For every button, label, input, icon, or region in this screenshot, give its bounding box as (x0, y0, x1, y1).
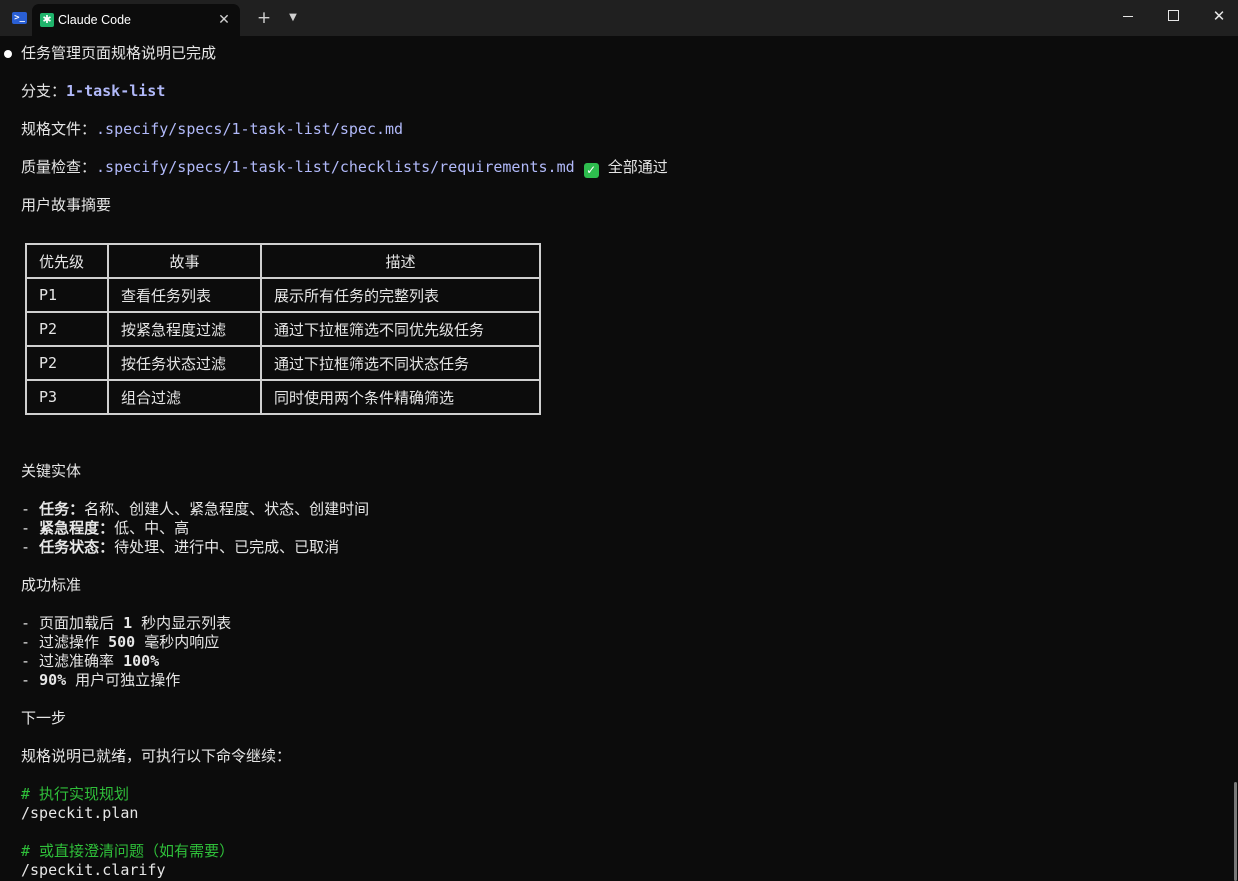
table-header-description: 描述 (260, 243, 541, 279)
chevron-down-icon[interactable]: ▼ (284, 9, 302, 27)
list-item: - 页面加载后 1 秒内显示列表 (21, 614, 231, 633)
criteria-text: - 页面加载后 (21, 614, 124, 632)
criteria-text: - 过滤准确率 (21, 652, 124, 670)
table-cell-priority: P3 (25, 379, 109, 415)
criteria-text: 用户可独立操作 (66, 671, 181, 689)
list-item: - 过滤准确率 100% (21, 652, 159, 671)
table-cell-priority: P2 (25, 345, 109, 381)
entity-desc: 低、中、高 (114, 519, 190, 537)
table-cell-priority: P1 (25, 277, 109, 313)
heading: 任务管理页面规格说明已完成 (21, 44, 217, 62)
command-comment: # 或直接澄清问题（如有需要） (21, 842, 235, 860)
table-cell-description: 同时使用两个条件精确筛选 (260, 379, 541, 415)
branch-value: 1-task-list (66, 82, 166, 100)
table-header-story: 故事 (107, 243, 262, 279)
tab-title: Claude Code (58, 13, 131, 27)
tab-claude-code[interactable]: ✱ Claude Code ✕ (32, 4, 240, 36)
qa-line: 质量检查：.specify/specs/1-task-list/checklis… (21, 158, 668, 178)
claude-code-icon: ✱ (40, 13, 54, 27)
command-comment: # 执行实现规划 (21, 785, 130, 803)
table-header-priority: 优先级 (25, 243, 109, 279)
criteria-title: 成功标准 (21, 576, 82, 594)
criteria-value: 1 (123, 614, 133, 632)
entities-title: 关键实体 (21, 462, 82, 480)
entity-desc: 名称、创建人、紧急程度、状态、创建时间 (84, 500, 370, 518)
table-cell-description: 展示所有任务的完整列表 (260, 277, 541, 313)
stories-title: 用户故事摘要 (21, 196, 112, 214)
table-cell-description: 通过下拉框筛选不同优先级任务 (260, 311, 541, 347)
title-bar: >_ ✱ Claude Code ✕ + ▼ ✕ (0, 0, 1238, 36)
branch-label: 分支： (21, 82, 67, 100)
list-item: - 任务状态：待处理、进行中、已完成、已取消 (21, 538, 339, 557)
table-cell-priority: P2 (25, 311, 109, 347)
minimize-icon (1123, 15, 1133, 17)
branch-line: 分支：1-task-list (21, 82, 165, 101)
qa-label: 质量检查： (21, 158, 97, 176)
list-item: - 过滤操作 500 毫秒内响应 (21, 633, 219, 652)
criteria-text: 秒内显示列表 (132, 614, 232, 632)
table-cell-story: 按任务状态过滤 (107, 345, 262, 381)
maximize-icon (1167, 10, 1179, 21)
user-stories-table: 优先级 故事 描述 P1 查看任务列表 展示所有任务的完整列表 P2 按紧急程度… (25, 243, 541, 415)
list-item: - 紧急程度：低、中、高 (21, 519, 189, 538)
maximize-button[interactable] (1150, 0, 1196, 32)
table-cell-description: 通过下拉框筛选不同状态任务 (260, 345, 541, 381)
list-prefix: - (21, 500, 40, 518)
table-cell-story: 查看任务列表 (107, 277, 262, 313)
bullet-icon (4, 50, 12, 58)
list-prefix: - (21, 538, 40, 556)
list-prefix: - (21, 519, 40, 537)
next-title: 下一步 (21, 709, 67, 727)
list-item: - 任务：名称、创建人、紧急程度、状态、创建时间 (21, 500, 369, 519)
table-row: P3 组合过滤 同时使用两个条件精确筛选 (25, 379, 541, 415)
spec-line: 规格文件：.specify/specs/1-task-list/spec.md (21, 120, 403, 139)
entity-name: 任务： (39, 500, 85, 518)
command-clarify: /speckit.clarify (21, 861, 166, 879)
qa-status: 全部通过 (607, 158, 668, 176)
table-header-row: 优先级 故事 描述 (25, 243, 541, 279)
list-item: - 90% 用户可独立操作 (21, 671, 180, 690)
minimize-button[interactable] (1105, 0, 1151, 32)
entity-name: 紧急程度： (39, 519, 115, 537)
close-window-button[interactable]: ✕ (1196, 0, 1238, 32)
spec-path: .specify/specs/1-task-list/spec.md (96, 120, 404, 138)
table-row: P2 按任务状态过滤 通过下拉框筛选不同状态任务 (25, 345, 541, 381)
table-row: P1 查看任务列表 展示所有任务的完整列表 (25, 277, 541, 313)
table-row: P2 按紧急程度过滤 通过下拉框筛选不同优先级任务 (25, 311, 541, 347)
table-cell-story: 按紧急程度过滤 (107, 311, 262, 347)
qa-path: .specify/specs/1-task-list/checklists/re… (96, 158, 575, 176)
table-cell-story: 组合过滤 (107, 379, 262, 415)
criteria-value: 90% (39, 671, 67, 689)
entity-desc: 待处理、进行中、已完成、已取消 (114, 538, 340, 556)
command-plan: /speckit.plan (21, 804, 139, 822)
criteria-text: - (21, 671, 40, 689)
criteria-text: - 过滤操作 (21, 633, 109, 651)
criteria-value: 500 (108, 633, 136, 651)
new-tab-button[interactable]: + (254, 8, 274, 28)
scrollbar[interactable] (1234, 782, 1237, 881)
next-desc: 规格说明已就绪，可执行以下命令继续： (21, 747, 292, 765)
tab-close-icon[interactable]: ✕ (214, 10, 234, 30)
entity-name: 任务状态： (39, 538, 115, 556)
powershell-icon[interactable]: >_ (12, 12, 27, 24)
check-icon: ✓ (583, 163, 599, 178)
criteria-text: 毫秒内响应 (135, 633, 220, 651)
criteria-value: 100% (123, 652, 160, 670)
spec-label: 规格文件： (21, 120, 97, 138)
